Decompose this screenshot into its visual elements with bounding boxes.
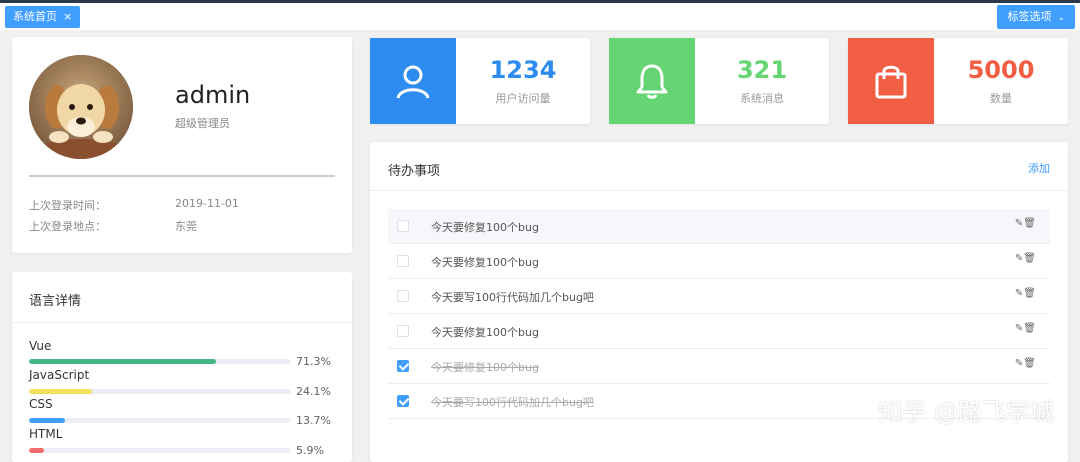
- user-role: 超级管理员: [175, 115, 230, 131]
- avatar: [29, 55, 133, 159]
- language-progress-fill: [29, 359, 216, 364]
- todo-text: 今天要写100行代码加几个bug吧: [431, 289, 594, 305]
- stat-icon-box: [370, 38, 456, 124]
- edit-delete-icons[interactable]: ✎🗑: [1015, 218, 1036, 229]
- user-name: admin: [175, 81, 250, 109]
- last-login-place-label: 上次登录地点：: [29, 218, 106, 234]
- todo-text: 今天要修复100个bug: [431, 324, 539, 340]
- edit-delete-icons[interactable]: ✎🗑: [1015, 323, 1036, 334]
- tags-bar: 系统首页 × 标签选项 ⌄: [0, 0, 1080, 30]
- todo-checkbox[interactable]: [397, 290, 409, 302]
- language-progress-fill: [29, 389, 92, 394]
- language-percent: 71.3%: [296, 355, 331, 368]
- todo-checkbox[interactable]: [397, 255, 409, 267]
- todo-row[interactable]: 今天要修复100个bug ✎🗑: [388, 349, 1050, 384]
- language-percent: 5.9%: [296, 444, 324, 457]
- language-name: HTML: [29, 427, 62, 441]
- last-login-time-label: 上次登录时间：: [29, 197, 106, 213]
- stat-card-quantity[interactable]: 5000 数量: [848, 38, 1068, 124]
- language-progress: [29, 359, 291, 364]
- language-progress-fill: [29, 418, 65, 423]
- tag-options-label: 标签选项: [1007, 10, 1051, 23]
- chevron-down-icon: ⌄: [1057, 13, 1065, 23]
- user-card: admin 超级管理员 上次登录时间： 2019-11-01 上次登录地点： 东…: [12, 37, 352, 253]
- todo-row[interactable]: 今天要修复100个bug ✎🗑: [388, 209, 1050, 244]
- edit-delete-icons[interactable]: ✎🗑: [1015, 358, 1036, 369]
- todo-row[interactable]: 今天要写100行代码加几个bug吧 ✎🗑: [388, 279, 1050, 314]
- add-todo-button[interactable]: 添加: [1028, 160, 1050, 176]
- todo-row[interactable]: 今天要修复100个bug ✎🗑: [388, 314, 1050, 349]
- language-name: JavaScript: [29, 368, 89, 382]
- close-icon[interactable]: ×: [63, 10, 72, 23]
- tag-options-button[interactable]: 标签选项 ⌄: [997, 5, 1075, 29]
- stat-label: 数量: [934, 90, 1068, 106]
- language-progress: [29, 448, 291, 453]
- todo-text: 今天要修复100个bug: [431, 219, 539, 235]
- language-percent: 13.7%: [296, 414, 331, 427]
- bell-icon: [632, 61, 672, 101]
- stat-number: 1234: [456, 56, 590, 84]
- todo-text: 今天要修复100个bug: [431, 254, 539, 270]
- language-card: 语言详情 Vue 71.3% JavaScript 24.1% CSS 13.7…: [12, 272, 352, 462]
- stat-icon-box: [848, 38, 934, 124]
- divider: [29, 175, 335, 177]
- language-title: 语言详情: [29, 290, 81, 309]
- stat-icon-box: [609, 38, 695, 124]
- stat-card-messages[interactable]: 321 系统消息: [609, 38, 829, 124]
- tab-home[interactable]: 系统首页 ×: [5, 6, 80, 28]
- todo-checkbox[interactable]: [397, 220, 409, 232]
- todo-row[interactable]: 今天要修复100个bug ✎🗑: [388, 244, 1050, 279]
- todo-checkbox[interactable]: [397, 325, 409, 337]
- bag-icon: [871, 61, 911, 101]
- language-name: CSS: [29, 397, 53, 411]
- last-login-place: 东莞: [175, 218, 197, 234]
- stat-number: 5000: [934, 56, 1068, 84]
- stat-label: 系统消息: [695, 90, 829, 106]
- edit-delete-icons[interactable]: ✎🗑: [1015, 253, 1036, 264]
- stat-card-visits[interactable]: 1234 用户访问量: [370, 38, 590, 124]
- watermark: 知乎 @路飞学城: [878, 392, 1054, 427]
- tab-home-label: 系统首页: [13, 10, 57, 23]
- todo-checkbox[interactable]: [397, 360, 409, 372]
- language-percent: 24.1%: [296, 385, 331, 398]
- language-progress-fill: [29, 448, 44, 453]
- divider: [12, 322, 352, 323]
- language-name: Vue: [29, 339, 51, 353]
- user-icon: [393, 61, 433, 101]
- stat-label: 用户访问量: [456, 90, 590, 106]
- todo-text: 今天要写100行代码加几个bug吧: [431, 394, 594, 410]
- last-login-time: 2019-11-01: [175, 197, 239, 210]
- stat-number: 321: [695, 56, 829, 84]
- divider: [370, 190, 1068, 191]
- todo-text: 今天要修复100个bug: [431, 359, 539, 375]
- language-progress: [29, 418, 291, 423]
- todo-title: 待办事项: [388, 160, 440, 179]
- edit-delete-icons[interactable]: ✎🗑: [1015, 288, 1036, 299]
- avatar-image: [29, 55, 133, 159]
- todo-checkbox[interactable]: [397, 395, 409, 407]
- language-progress: [29, 389, 291, 394]
